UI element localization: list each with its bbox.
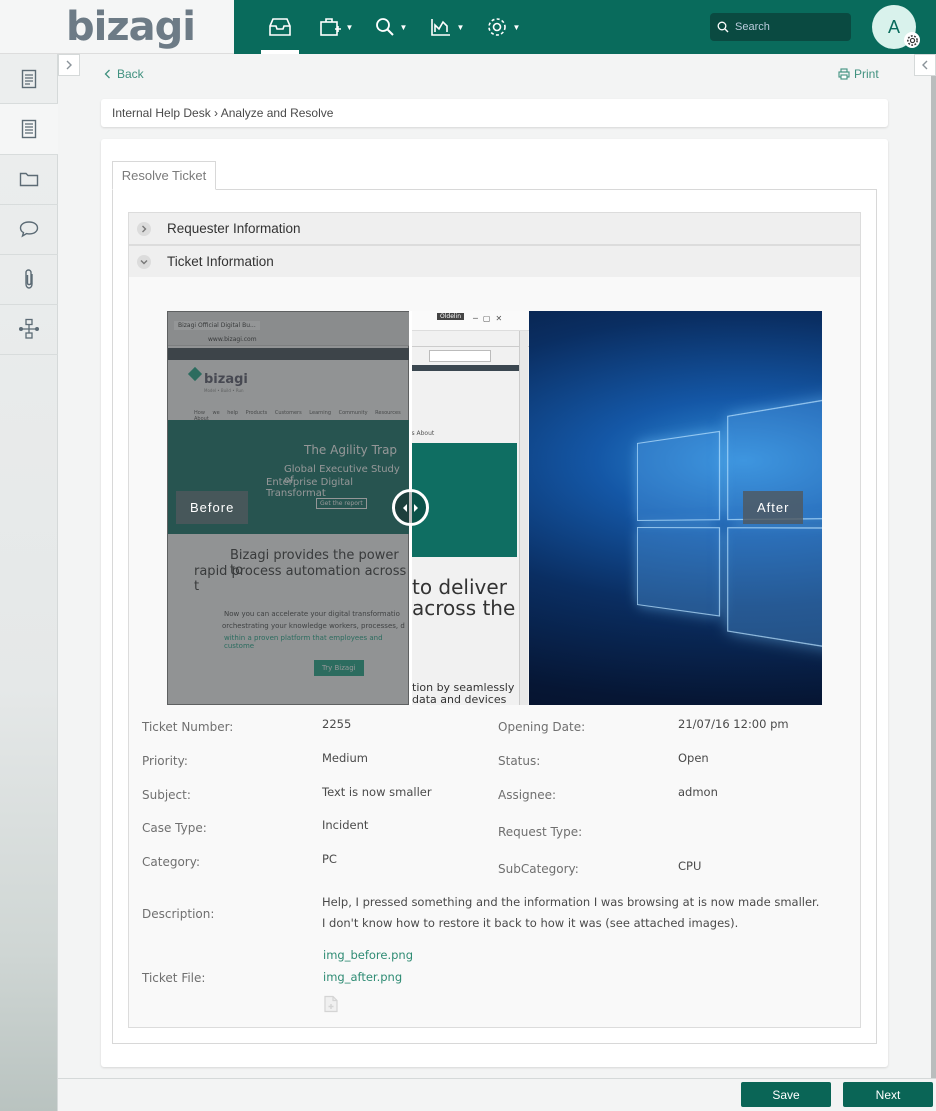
expand-panel-button[interactable] bbox=[58, 54, 80, 76]
before-after-image-comparison[interactable]: Oldelin ─ ▢ ✕ rs About to deliver across… bbox=[167, 311, 822, 705]
back-label: Back bbox=[117, 67, 144, 81]
logo-area: bizagi bbox=[0, 0, 234, 54]
next-button[interactable]: Next bbox=[843, 1082, 933, 1107]
description-label: Description: bbox=[142, 907, 215, 921]
analytics-menu[interactable]: ▼ bbox=[427, 0, 467, 54]
new-case-menu[interactable]: ▼ bbox=[316, 0, 356, 54]
chevron-down-icon bbox=[137, 254, 151, 269]
category-label: Category: bbox=[142, 855, 200, 869]
chevron-down-icon: ▼ bbox=[399, 22, 408, 32]
settings-menu[interactable]: ▼ bbox=[483, 0, 523, 54]
footer-divider bbox=[58, 1078, 936, 1079]
process-map-icon bbox=[19, 318, 39, 339]
file-link[interactable]: img_after.png bbox=[323, 970, 402, 984]
case-type-label: Case Type: bbox=[142, 821, 207, 835]
chevron-down-icon: ▼ bbox=[345, 22, 354, 32]
top-navigation-bar: ▼ ▼ ▼ ▼ A bbox=[234, 0, 936, 54]
global-search[interactable] bbox=[710, 13, 851, 41]
file-link[interactable]: img_before.png bbox=[323, 948, 413, 962]
sidebar-item-process-map[interactable] bbox=[0, 304, 58, 354]
bizagi-logo: bizagi bbox=[66, 4, 196, 50]
subcategory-value: CPU bbox=[678, 859, 702, 873]
print-link[interactable]: Print bbox=[838, 67, 879, 81]
inbox-button[interactable] bbox=[261, 0, 299, 54]
print-label: Print bbox=[854, 67, 879, 81]
assignee-label: Assignee: bbox=[498, 788, 557, 802]
status-value: Open bbox=[678, 751, 709, 765]
windows-logo bbox=[637, 393, 822, 659]
opening-date-label: Opening Date: bbox=[498, 720, 586, 734]
tab-resolve-ticket[interactable]: Resolve Ticket bbox=[112, 161, 216, 190]
new-case-icon bbox=[319, 18, 341, 36]
printer-icon bbox=[838, 68, 850, 80]
search-input[interactable] bbox=[735, 21, 835, 33]
section-title: Requester Information bbox=[167, 221, 301, 236]
scrollbar[interactable] bbox=[931, 76, 936, 1079]
add-file-icon bbox=[324, 995, 338, 1013]
after-label: After bbox=[743, 491, 804, 524]
sidebar-item-attachments[interactable] bbox=[0, 254, 58, 304]
gear-icon bbox=[906, 34, 918, 46]
subject-value: Text is now smaller bbox=[322, 785, 432, 799]
ticket-number-value: 2255 bbox=[322, 717, 352, 731]
analytics-icon bbox=[430, 19, 450, 36]
collapse-panel-button[interactable] bbox=[914, 54, 936, 76]
opening-date-value: 21/07/16 12:00 pm bbox=[678, 717, 789, 731]
left-sidebar bbox=[0, 54, 58, 1111]
chevron-right-icon bbox=[66, 60, 72, 70]
gear-icon bbox=[487, 18, 506, 36]
comparison-slider-handle[interactable] bbox=[392, 489, 429, 526]
upload-file-button[interactable] bbox=[322, 995, 340, 1018]
arrow-left-icon bbox=[403, 503, 407, 512]
ticket-number-label: Ticket Number: bbox=[142, 720, 234, 734]
chevron-left-icon bbox=[104, 69, 110, 79]
comments-icon bbox=[19, 221, 39, 238]
before-label: Before bbox=[176, 491, 249, 524]
arrow-right-icon bbox=[414, 503, 418, 512]
form-icon bbox=[21, 119, 37, 139]
paperclip-icon bbox=[25, 269, 33, 289]
section-requester-information[interactable]: Requester Information bbox=[128, 212, 861, 245]
sidebar-item-folders[interactable] bbox=[0, 154, 58, 204]
assignee-value: admon bbox=[678, 785, 718, 799]
folder-icon bbox=[19, 172, 39, 187]
chevron-down-icon: ▼ bbox=[512, 22, 521, 32]
user-settings-button[interactable] bbox=[904, 32, 920, 48]
ticket-file-label: Ticket File: bbox=[142, 971, 206, 985]
description-line-2: I don't know how to restore it back to h… bbox=[322, 916, 739, 930]
case-summary-icon bbox=[21, 69, 37, 89]
case-type-value: Incident bbox=[322, 818, 369, 832]
back-link[interactable]: Back bbox=[104, 67, 144, 81]
sidebar-item-case-summary[interactable] bbox=[0, 54, 58, 104]
search-icon bbox=[375, 18, 394, 36]
inbox-icon bbox=[269, 18, 291, 36]
request-type-label: Request Type: bbox=[498, 825, 583, 839]
subcategory-label: SubCategory: bbox=[498, 862, 579, 876]
chevron-right-icon bbox=[137, 221, 151, 236]
status-label: Status: bbox=[498, 754, 541, 768]
subject-label: Subject: bbox=[142, 788, 191, 802]
chevron-down-icon: ▼ bbox=[456, 22, 465, 32]
chevron-left-icon bbox=[922, 60, 928, 70]
priority-value: Medium bbox=[322, 751, 368, 765]
category-value: PC bbox=[322, 852, 337, 866]
priority-label: Priority: bbox=[142, 754, 188, 768]
description-line-1: Help, I pressed something and the inform… bbox=[322, 895, 820, 909]
search-icon bbox=[717, 21, 729, 33]
save-button[interactable]: Save bbox=[741, 1082, 831, 1107]
sidebar-item-comments[interactable] bbox=[0, 204, 58, 254]
section-title: Ticket Information bbox=[167, 254, 274, 269]
breadcrumb: Internal Help Desk › Analyze and Resolve bbox=[101, 99, 888, 127]
search-menu[interactable]: ▼ bbox=[372, 0, 410, 54]
section-ticket-information[interactable]: Ticket Information bbox=[128, 245, 861, 278]
sidebar-item-forms[interactable] bbox=[0, 104, 58, 154]
